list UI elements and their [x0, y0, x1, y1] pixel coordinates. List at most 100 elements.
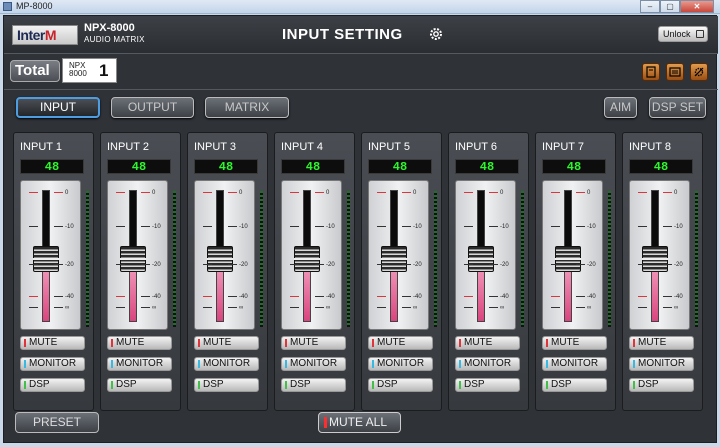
preset-button[interactable]: PRESET	[15, 412, 99, 433]
channel-strip: INPUT 5 48 0 -10 -20 -40 ∞ MUTE MONITOR DSP	[361, 132, 442, 411]
dsp-button[interactable]: DSP	[194, 378, 259, 392]
dsp-led-icon	[546, 381, 548, 389]
dsp-button[interactable]: DSP	[107, 378, 172, 392]
scale-tick	[54, 264, 63, 265]
mute-button[interactable]: MUTE	[281, 336, 346, 350]
scale-label: -40	[500, 294, 509, 300]
tools-icon	[694, 67, 704, 77]
tab-input[interactable]: INPUT	[16, 97, 100, 118]
dsp-led-icon	[633, 381, 635, 389]
device-list-button[interactable]	[666, 63, 684, 81]
dsp-set-button[interactable]: DSP SET	[649, 97, 706, 118]
scale-tick	[402, 264, 411, 265]
mute-button[interactable]: MUTE	[368, 336, 433, 350]
scale-label: 0	[239, 190, 243, 196]
scale-label: -10	[674, 224, 683, 230]
scale-tick	[377, 192, 386, 193]
monitor-led-icon	[633, 360, 635, 368]
mute-label: MUTE	[638, 337, 667, 348]
scale-tick	[29, 296, 38, 297]
dsp-label: DSP	[638, 379, 659, 390]
gear-settings-icon[interactable]	[428, 26, 444, 42]
monitor-button[interactable]: MONITOR	[107, 357, 172, 371]
monitor-led-icon	[285, 360, 287, 368]
maximize-button[interactable]: ▢	[660, 0, 680, 13]
dsp-led-icon	[372, 381, 374, 389]
tab-output[interactable]: OUTPUT	[111, 97, 194, 118]
scale-tick	[576, 264, 585, 265]
level-meter	[608, 191, 611, 327]
dsp-led-icon	[198, 381, 200, 389]
scale-label: -40	[152, 294, 161, 300]
device-number: 1	[99, 61, 109, 80]
total-group-button[interactable]: Total	[10, 60, 60, 82]
scale-tick	[54, 296, 63, 297]
scale-tick	[29, 264, 38, 265]
minimize-button[interactable]: –	[640, 0, 660, 13]
dsp-led-icon	[459, 381, 461, 389]
scale-label: ∞	[674, 305, 679, 311]
device-tab[interactable]: NPX 8000 1	[62, 58, 117, 83]
scale-label: 0	[152, 190, 156, 196]
mute-led-icon	[198, 339, 200, 347]
monitor-button[interactable]: MONITOR	[281, 357, 346, 371]
fader-knob-line	[642, 257, 668, 260]
scale-tick	[315, 296, 324, 297]
scale-tick	[576, 192, 585, 193]
dsp-button[interactable]: DSP	[629, 378, 694, 392]
scale-tick	[290, 307, 299, 308]
scale-label: -10	[152, 224, 161, 230]
mute-all-button[interactable]: MUTE ALL	[318, 412, 401, 433]
fader-panel: 0 -10 -20 -40 ∞	[629, 180, 690, 330]
settings-tool-button[interactable]	[690, 63, 708, 81]
dsp-button[interactable]: DSP	[542, 378, 607, 392]
scale-tick	[638, 307, 647, 308]
scale-label: 0	[326, 190, 330, 196]
monitor-button[interactable]: MONITOR	[20, 357, 85, 371]
scale-tick	[576, 226, 585, 227]
channel-name: INPUT 5	[368, 141, 410, 153]
channel-strip: INPUT 7 48 0 -10 -20 -40 ∞ MUTE MONITOR DSP	[535, 132, 616, 411]
monitor-button[interactable]: MONITOR	[368, 357, 433, 371]
scale-tick	[315, 192, 324, 193]
save-file-button[interactable]	[642, 63, 660, 81]
close-button[interactable]: ✕	[680, 0, 714, 13]
scale-tick	[551, 296, 560, 297]
unlock-button[interactable]: Unlock	[658, 26, 708, 42]
scale-label: 0	[587, 190, 591, 196]
app-icon	[3, 2, 12, 11]
dsp-button[interactable]: DSP	[281, 378, 346, 392]
scale-tick	[290, 226, 299, 227]
mute-button[interactable]: MUTE	[20, 336, 85, 350]
mute-label: MUTE	[116, 337, 145, 348]
scale-tick	[228, 296, 237, 297]
dsp-button[interactable]: DSP	[368, 378, 433, 392]
page-title: INPUT SETTING	[282, 26, 403, 43]
monitor-button[interactable]: MONITOR	[542, 357, 607, 371]
dsp-button[interactable]: DSP	[455, 378, 520, 392]
monitor-button[interactable]: MONITOR	[455, 357, 520, 371]
mute-button[interactable]: MUTE	[542, 336, 607, 350]
fader-knob-line	[468, 257, 494, 260]
monitor-button[interactable]: MONITOR	[194, 357, 259, 371]
aim-button[interactable]: AIM	[604, 97, 637, 118]
scale-label: ∞	[500, 305, 505, 311]
mute-button[interactable]: MUTE	[455, 336, 520, 350]
scale-tick	[638, 226, 647, 227]
scale-label: -40	[587, 294, 596, 300]
mute-button[interactable]: MUTE	[107, 336, 172, 350]
mute-button[interactable]: MUTE	[194, 336, 259, 350]
level-meter	[695, 191, 698, 327]
mute-all-label: MUTE ALL	[329, 415, 388, 429]
mute-button[interactable]: MUTE	[629, 336, 694, 350]
fader-knob-line	[120, 257, 146, 260]
monitor-button[interactable]: MONITOR	[629, 357, 694, 371]
scale-tick	[377, 226, 386, 227]
list-icon	[669, 67, 681, 77]
scale-tick	[489, 226, 498, 227]
scale-tick	[228, 307, 237, 308]
header-divider	[4, 89, 718, 90]
dsp-button[interactable]: DSP	[20, 378, 85, 392]
scale-tick	[315, 226, 324, 227]
tab-matrix[interactable]: MATRIX	[205, 97, 289, 118]
